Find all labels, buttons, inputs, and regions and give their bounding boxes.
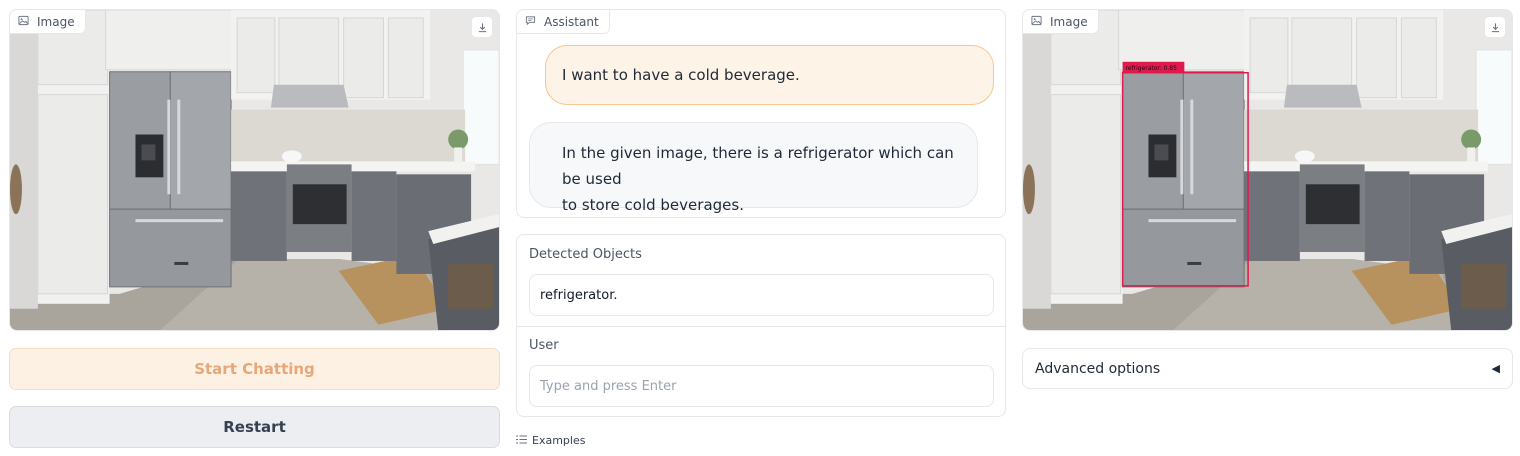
list-icon	[516, 434, 527, 447]
assistant-label-text: Assistant	[544, 14, 599, 29]
user-message: I want to have a cold beverage.	[545, 45, 994, 105]
download-button[interactable]	[471, 16, 493, 38]
form-panel: Detected Objects refrigerator. User Type…	[516, 234, 1006, 417]
detection-label: refrigerator: 0.85	[1126, 65, 1178, 72]
assistant-message: In the given image, there is a refrigera…	[529, 122, 978, 214]
examples-toggle[interactable]: Examples	[516, 434, 585, 447]
download-icon	[477, 18, 488, 37]
output-image-panel: Image refrigerator: 0.85	[1022, 9, 1513, 331]
kitchen-photo-detected: refrigerator: 0.85	[1023, 10, 1512, 330]
assistant-message-line-1: In the given image, there is a refrigera…	[562, 144, 954, 188]
image-label-text: Image	[37, 14, 75, 29]
start-chatting-button[interactable]: Start Chatting	[9, 348, 500, 390]
image-label: Image	[10, 10, 86, 34]
detected-objects-field[interactable]: refrigerator.	[529, 274, 994, 316]
output-image-label-text: Image	[1050, 14, 1088, 29]
input-image-panel[interactable]: Image	[9, 9, 500, 331]
chat-icon	[525, 15, 536, 29]
output-download-button[interactable]	[1484, 16, 1506, 38]
image-icon	[1031, 15, 1042, 29]
chatbot-panel: Assistant I want to have a cold beverage…	[516, 9, 1006, 218]
output-image-label: Image	[1023, 10, 1099, 34]
user-input[interactable]: Type and press Enter	[529, 365, 994, 407]
user-message-text: I want to have a cold beverage.	[562, 66, 800, 84]
download-icon	[1490, 18, 1501, 37]
image-icon	[18, 15, 29, 29]
assistant-label: Assistant	[517, 10, 610, 34]
kitchen-photo	[10, 10, 499, 330]
examples-label: Examples	[532, 434, 586, 447]
detected-objects-label: Detected Objects	[529, 247, 642, 262]
restart-button[interactable]: Restart	[9, 406, 500, 448]
assistant-message-line-2: to store cold beverages.	[562, 196, 744, 214]
user-label: User	[529, 338, 559, 353]
advanced-options-label: Advanced options	[1035, 360, 1161, 377]
advanced-options-accordion[interactable]: Advanced options ◀	[1022, 348, 1513, 389]
form-divider	[517, 326, 1005, 327]
collapse-arrow-icon: ◀	[1491, 362, 1500, 375]
